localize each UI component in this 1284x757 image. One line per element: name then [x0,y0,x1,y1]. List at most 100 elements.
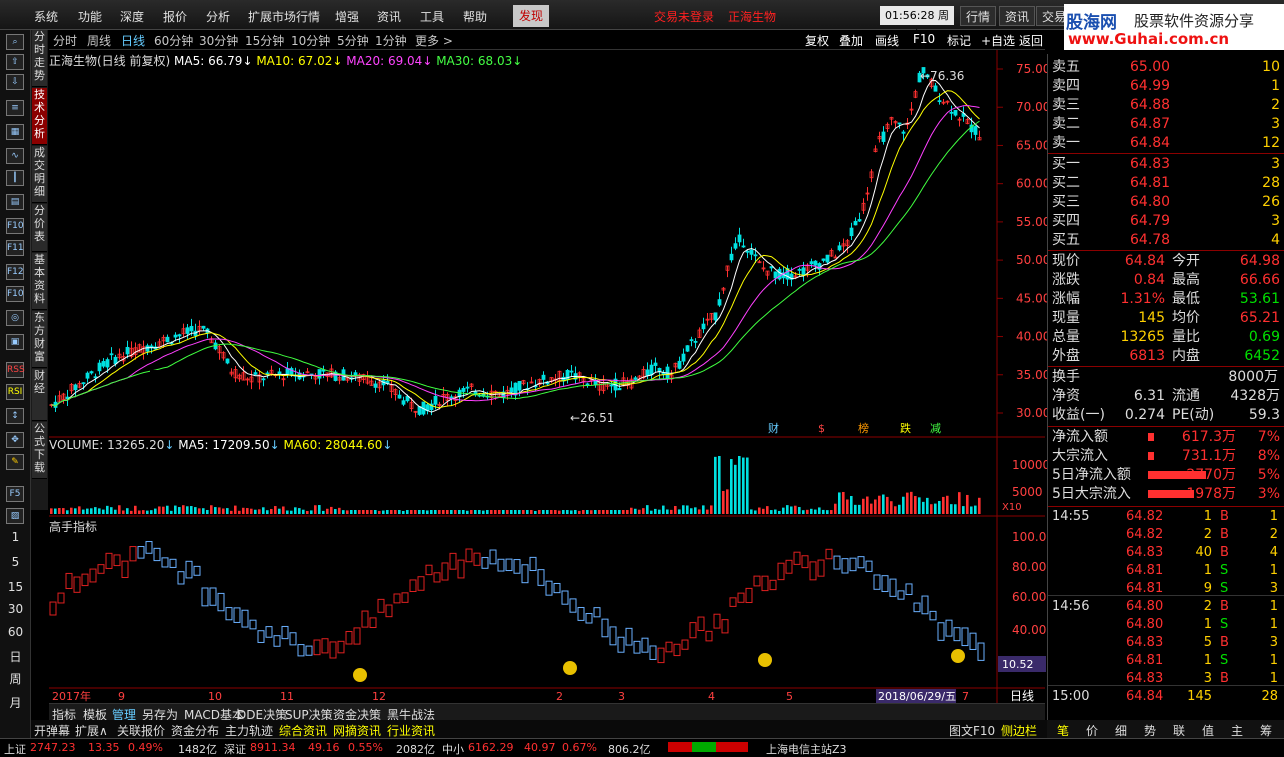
indicator-box [105,552,113,569]
volume-bar [90,508,93,514]
volume-bar [638,509,641,514]
eps-row: 收益(一) 0.274 PE(动) 59.3 [1052,407,1280,423]
detail-tab[interactable]: 笔 [1057,722,1069,739]
volume-bar [278,508,281,514]
indicator-box [833,555,841,570]
volume-bar [906,492,909,514]
bid-row[interactable]: 买四 64.79 3 [1052,212,1280,230]
indicator-box [153,547,161,562]
volume-bar [678,509,681,514]
indicator-box [857,556,865,569]
indicator-box [977,642,985,661]
related-quote-button[interactable]: 关联报价 [117,722,165,739]
volume-bar [846,499,849,514]
indicator-box [305,645,313,656]
divider [1048,366,1284,367]
ask-row[interactable]: 卖二 64.87 3 [1052,115,1280,133]
indicator-tick-label: 40.00 [1012,623,1046,637]
detail-tab[interactable]: 价 [1086,722,1098,739]
indicator-box [65,572,73,589]
indicator-tabs: 指标 模板 管理 另存为 MACD基本 DDE决策 SUP决策 资金决策 黑牛战… [49,703,1045,722]
bid-row[interactable]: 买一 64.83 3 [1052,155,1280,173]
volume-bar [614,509,617,514]
status-bar: 上证 2747.23 13.35 0.49% 1482亿 深证 8911.34 … [0,738,1284,757]
ask-row[interactable]: 卖四 64.99 1 [1052,77,1280,95]
fund-dist-button[interactable]: 资金分布 [171,722,219,739]
zx-index[interactable]: 中小 [442,741,464,757]
tick-row: 64.82 2 B 2 [1126,527,1278,542]
detail-tab[interactable]: 值 [1202,722,1214,739]
indicator-box [961,627,969,647]
candle-body [609,384,614,387]
expand-button[interactable]: 扩展∧ [75,722,108,739]
news-button[interactable]: 综合资讯 [279,722,327,739]
indicator-box [881,575,889,593]
detail-tab[interactable]: 细 [1115,722,1127,739]
digest-button[interactable]: 网摘资讯 [333,722,381,739]
volume-bar [850,496,853,514]
candle-body [693,340,698,343]
volume-bar [518,509,521,514]
candle-body [517,381,522,391]
volume-bar [866,496,869,514]
bid-row[interactable]: 买五 64.78 4 [1052,231,1280,249]
volume-bar [322,510,325,514]
indicator-box [193,565,201,576]
volume-bar [738,456,741,514]
detail-tab[interactable]: 势 [1144,722,1156,739]
indicator-box [57,592,65,604]
volume-bar [838,492,841,514]
volume-bar [58,508,61,514]
volume-bar [402,510,405,514]
bottom-bar: 开弹幕 扩展∧ 关联报价 资金分布 主力轨迹 综合资讯 网摘资讯 行业资讯 图文… [31,720,1047,753]
f10-text-button[interactable]: 图文F10 [949,722,995,739]
volume-bar [238,510,241,514]
volume-bar [110,507,113,514]
detail-tab[interactable]: 联 [1173,722,1185,739]
ask-row[interactable]: 卖三 64.88 2 [1052,96,1280,114]
indicator-box [737,592,745,603]
volume-bar [94,507,97,514]
volume-bar [122,510,125,514]
volume-bar [338,507,341,514]
candle-body [105,359,110,368]
indicator-box [537,569,545,586]
breadth-bar [668,742,748,752]
sz-value: 8911.34 [250,741,296,754]
volume-bar [326,508,329,514]
sz-index[interactable]: 深证 [224,741,246,757]
indicator-box [393,593,401,604]
server-name[interactable]: 上海电信主站Z3 [766,741,847,757]
volume-bar [778,510,781,514]
volume-bar [854,504,857,514]
month-label: 12 [372,690,386,703]
detail-tab[interactable]: 主 [1231,722,1243,739]
volume-bar [210,505,213,514]
volume-bar [770,510,773,514]
candle-body [713,312,718,321]
volume-bar [130,510,133,514]
main-track-button[interactable]: 主力轨迹 [225,722,273,739]
indicator-box [817,559,825,577]
sh-index[interactable]: 上证 [4,741,26,757]
detail-tab[interactable]: 筹 [1260,722,1272,739]
indicator-box [945,619,953,637]
ask-row[interactable]: 卖五 65.00 10 [1052,58,1280,76]
redaction [150,370,218,390]
volume-info: VOLUME: 13265.20↓ MA5: 17209.50↓ MA60: 2… [49,438,393,452]
month-label: 10 [208,690,222,703]
indicator-box [673,643,681,657]
bid-row[interactable]: 买二 64.81 28 [1052,174,1280,192]
candle-body [433,395,438,405]
danmaku-button[interactable]: 开弹幕 [34,722,70,739]
volume-bar [482,510,485,514]
industry-button[interactable]: 行业资讯 [387,722,435,739]
volume-bar [310,510,313,514]
ask-row[interactable]: 卖一 64.84 12 [1052,134,1280,152]
volume-bar [650,510,653,514]
candle-body [741,245,746,248]
volume-bar [158,506,161,514]
bid-row[interactable]: 买三 64.80 26 [1052,193,1280,211]
site-logo: 股海网 股票软件资源分享 www.Guhai.com.cn [1064,4,1284,50]
month-label: 11 [280,690,294,703]
